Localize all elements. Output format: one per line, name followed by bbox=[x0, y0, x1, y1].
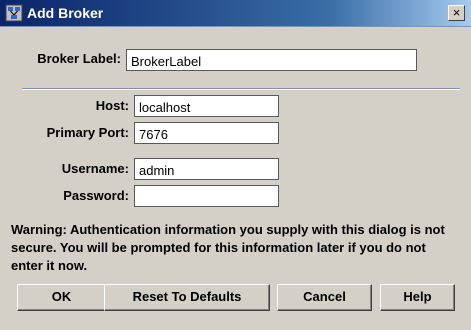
primary-port-label: Primary Port: bbox=[46, 125, 129, 140]
ok-button[interactable]: OK bbox=[17, 284, 106, 311]
close-icon[interactable]: × bbox=[448, 5, 465, 21]
title-bar[interactable]: Add Broker × bbox=[0, 0, 471, 27]
broker-app-icon bbox=[5, 4, 23, 22]
host-input[interactable] bbox=[134, 95, 279, 117]
broker-label-label: Broker Label: bbox=[37, 51, 121, 66]
reset-to-defaults-button[interactable]: Reset To Defaults bbox=[104, 284, 270, 311]
host-label: Host: bbox=[95, 98, 129, 113]
username-input[interactable] bbox=[134, 158, 279, 180]
broker-label-input[interactable] bbox=[126, 49, 417, 71]
username-label: Username: bbox=[61, 161, 129, 176]
primary-port-input[interactable] bbox=[134, 122, 279, 144]
section-divider bbox=[22, 88, 460, 90]
help-button[interactable]: Help bbox=[380, 284, 455, 311]
password-input[interactable] bbox=[134, 185, 279, 207]
password-label: Password: bbox=[63, 188, 129, 203]
window-title: Add Broker bbox=[27, 5, 104, 21]
warning-text: Warning: Authentication information you … bbox=[11, 222, 445, 273]
cancel-button[interactable]: Cancel bbox=[277, 284, 372, 311]
